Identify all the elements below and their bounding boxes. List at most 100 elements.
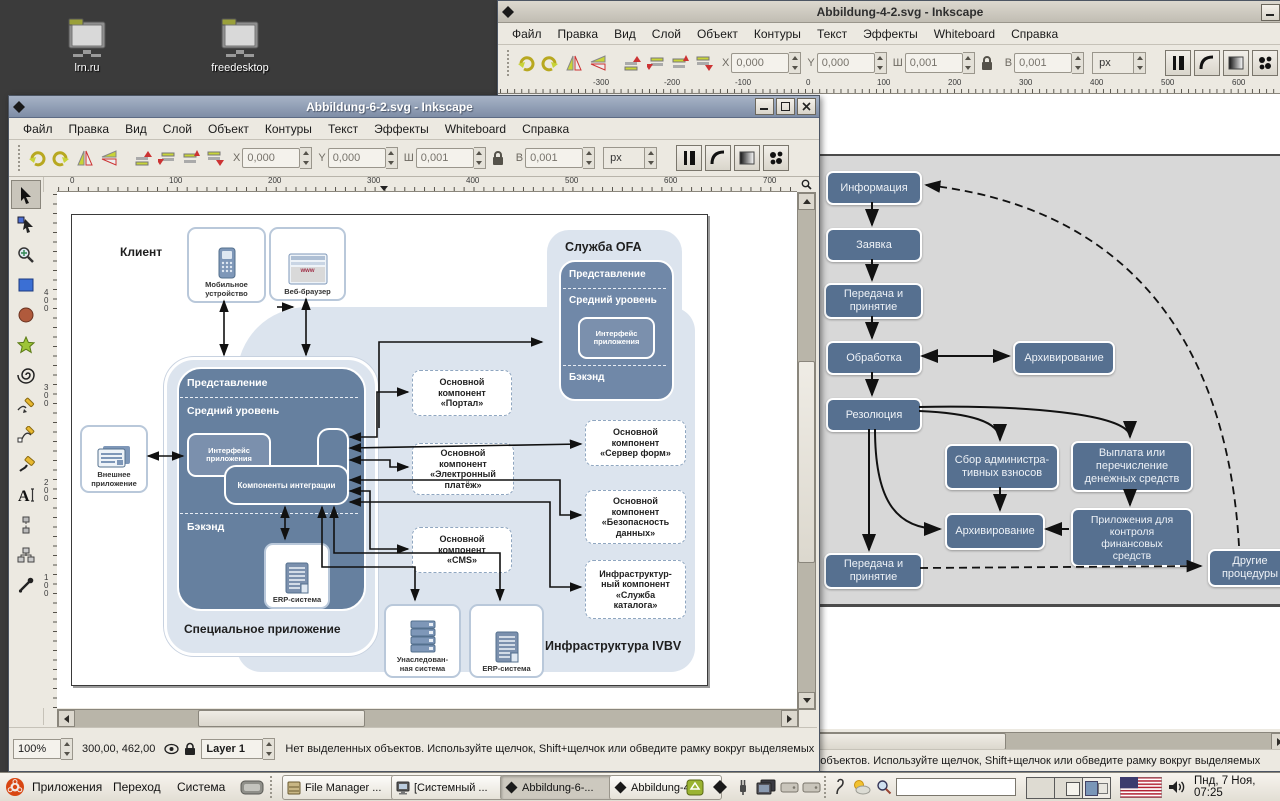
menu-path[interactable]: Контуры xyxy=(257,120,320,138)
minimize-button[interactable] xyxy=(1261,4,1280,21)
layer-spinner[interactable] xyxy=(263,738,276,760)
menu-help[interactable]: Справка xyxy=(514,120,577,138)
pencil-tool[interactable] xyxy=(11,390,41,419)
y-spinner[interactable] xyxy=(874,52,887,74)
menu-layer[interactable]: Слой xyxy=(155,120,200,138)
menu-view[interactable]: Вид xyxy=(117,120,155,138)
system-menu[interactable]: Система xyxy=(177,773,225,801)
menu-text[interactable]: Текст xyxy=(809,25,855,43)
scroll-up-button[interactable] xyxy=(798,193,815,210)
y-input[interactable]: 0,000 xyxy=(816,53,875,73)
menu-effects[interactable]: Эффекты xyxy=(855,25,926,43)
lock-ratio-icon[interactable] xyxy=(487,147,509,169)
layer-lock-icon[interactable] xyxy=(184,742,196,756)
zoom-tool[interactable] xyxy=(11,240,41,269)
gradient-toggle-icon[interactable] xyxy=(734,145,761,171)
lower-icon[interactable] xyxy=(645,52,667,74)
width-input[interactable]: 0,001 xyxy=(415,148,474,168)
rotate-ccw-icon[interactable] xyxy=(515,52,537,74)
corners-toggle-icon[interactable] xyxy=(705,145,732,171)
workspace-1[interactable] xyxy=(1027,778,1055,798)
connector-tool[interactable] xyxy=(11,510,41,539)
menu-edit[interactable]: Правка xyxy=(550,25,607,43)
minimize-button[interactable] xyxy=(755,98,774,115)
desktop-icon-freedesktop[interactable]: freedesktop xyxy=(185,14,295,74)
layer-selector[interactable]: Layer 1 xyxy=(201,739,264,759)
scroll-left-button[interactable] xyxy=(58,710,75,727)
height-spinner[interactable] xyxy=(583,147,596,169)
menu-path[interactable]: Контуры xyxy=(746,25,809,43)
workspace-switcher[interactable] xyxy=(1026,777,1111,799)
diagram-tool[interactable] xyxy=(11,540,41,569)
menu-whiteboard[interactable]: Whiteboard xyxy=(437,120,514,138)
ubuntu-menu-icon[interactable] xyxy=(5,773,25,801)
layer-visibility-eye-icon[interactable] xyxy=(164,743,180,755)
lock-ratio-icon[interactable] xyxy=(976,52,998,74)
keyboard-layout-us-flag[interactable] xyxy=(1120,773,1162,801)
x-spinner[interactable] xyxy=(789,52,802,74)
tomboy-hook-icon[interactable] xyxy=(834,773,846,801)
rotate-cw-icon[interactable] xyxy=(50,147,72,169)
gradient-toggle-icon[interactable] xyxy=(1223,50,1250,76)
task-file-manager[interactable]: File Manager ... xyxy=(282,775,395,800)
power-plug-icon[interactable] xyxy=(736,773,750,801)
x-spinner[interactable] xyxy=(300,147,313,169)
menu-file[interactable]: Файл xyxy=(15,120,61,138)
spiral-tool[interactable] xyxy=(11,360,41,389)
stroke-toggle-icon[interactable] xyxy=(1165,50,1192,76)
vertical-scrollbar[interactable] xyxy=(797,192,816,710)
raise-to-top-icon[interactable] xyxy=(621,52,643,74)
menu-object[interactable]: Объект xyxy=(689,25,746,43)
menu-layer[interactable]: Слой xyxy=(644,25,689,43)
calligraphy-tool[interactable] xyxy=(11,450,41,479)
y-input[interactable]: 0,000 xyxy=(327,148,386,168)
bezier-tool[interactable] xyxy=(11,420,41,449)
height-input[interactable]: 0,001 xyxy=(1014,53,1073,73)
toolbar-grip[interactable] xyxy=(505,50,511,76)
lower-icon[interactable] xyxy=(156,147,178,169)
flip-horizontal-icon[interactable] xyxy=(74,147,96,169)
pattern-toggle-icon[interactable] xyxy=(763,145,790,171)
zoom-corner-icon[interactable] xyxy=(797,177,815,192)
pattern-toggle-icon[interactable] xyxy=(1252,50,1279,76)
menu-edit[interactable]: Правка xyxy=(61,120,118,138)
menu-whiteboard[interactable]: Whiteboard xyxy=(926,25,1003,43)
clock[interactable]: Пнд, 7 Ноя, 07:25 xyxy=(1194,773,1280,801)
places-menu[interactable]: Переход xyxy=(113,773,161,801)
displays-tray-icon[interactable] xyxy=(756,773,776,801)
rotate-cw-icon[interactable] xyxy=(539,52,561,74)
x-input[interactable]: 0,000 xyxy=(242,148,301,168)
ellipse-tool[interactable] xyxy=(11,300,41,329)
text-tool[interactable]: A xyxy=(11,480,41,509)
horizontal-scrollbar[interactable] xyxy=(57,709,799,728)
task-abbildung-4[interactable]: Abbildung-4-... xyxy=(609,775,722,800)
stroke-toggle-icon[interactable] xyxy=(676,145,703,171)
corners-toggle-icon[interactable] xyxy=(1194,50,1221,76)
lower-to-bottom-icon[interactable] xyxy=(693,52,715,74)
rectangle-tool[interactable] xyxy=(11,270,41,299)
height-input[interactable]: 0,001 xyxy=(525,148,584,168)
menu-help[interactable]: Справка xyxy=(1003,25,1066,43)
width-spinner[interactable] xyxy=(473,147,486,169)
workspace-3[interactable] xyxy=(1083,778,1110,798)
drive-mount-icon[interactable] xyxy=(780,773,799,801)
y-spinner[interactable] xyxy=(385,147,398,169)
raise-to-top-icon[interactable] xyxy=(132,147,154,169)
menu-file[interactable]: Файл xyxy=(504,25,550,43)
star-tool[interactable] xyxy=(11,330,41,359)
trash-applet-icon[interactable] xyxy=(686,773,704,801)
width-input[interactable]: 0,001 xyxy=(904,53,963,73)
titlebar[interactable]: Abbildung-6-2.svg - Inkscape xyxy=(9,96,819,118)
zoom-entry[interactable]: 100% xyxy=(13,739,61,759)
task-abbildung-6[interactable]: Abbildung-6-... xyxy=(500,775,613,800)
raise-icon[interactable] xyxy=(180,147,202,169)
selector-tool[interactable] xyxy=(11,180,41,209)
search-magnifier-icon[interactable] xyxy=(876,773,892,801)
canvas-front[interactable]: Клиент Мобильное устройство www Веб-брау… xyxy=(57,192,797,708)
titlebar[interactable]: Abbildung-4-2.svg - Inkscape xyxy=(498,1,1280,23)
scroll-right-button[interactable] xyxy=(1271,733,1280,750)
toolbar-grip[interactable] xyxy=(16,145,22,171)
zoom-spinner[interactable] xyxy=(61,738,73,760)
flip-vertical-icon[interactable] xyxy=(587,52,609,74)
scroll-right-button[interactable] xyxy=(781,710,798,727)
